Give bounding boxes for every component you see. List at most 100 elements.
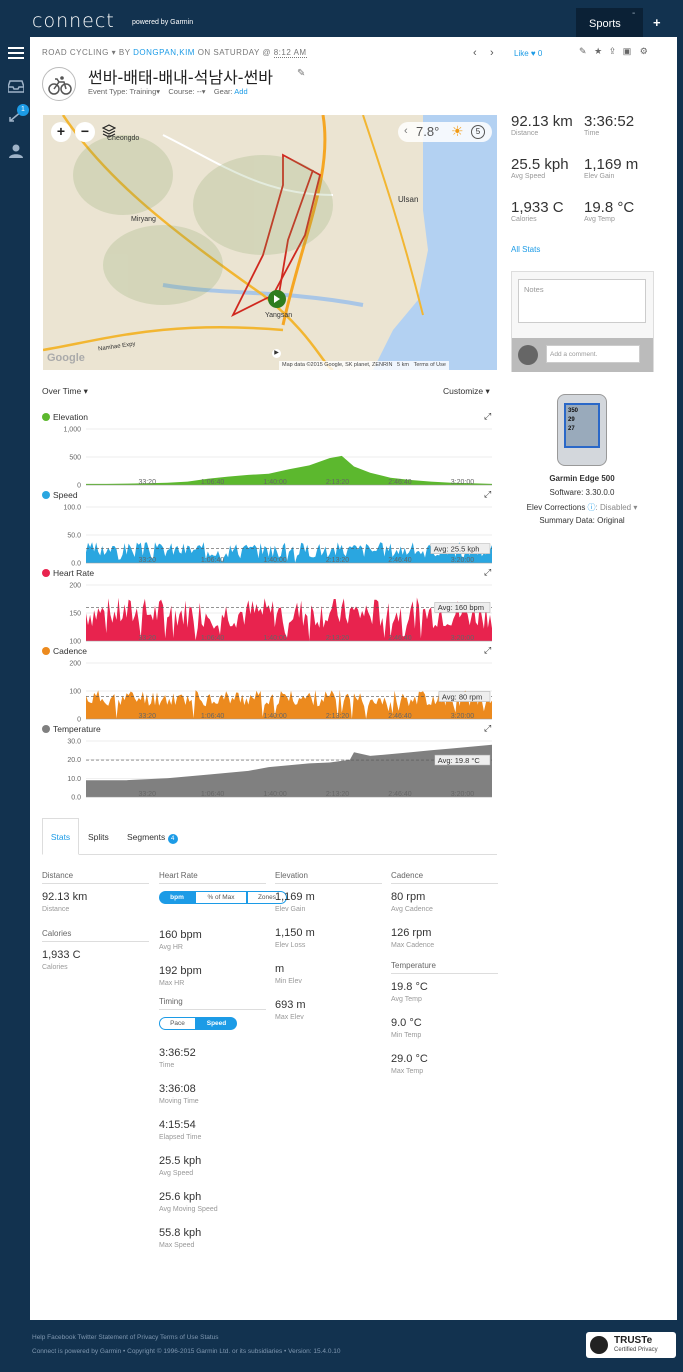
activity-type[interactable]: ROAD CYCLING xyxy=(42,48,109,57)
play-icon[interactable]: ▶ xyxy=(272,349,281,358)
truste-badge[interactable]: TRUSTe Certified Privacy xyxy=(586,1332,676,1358)
x-tick-label: 1:40:00 xyxy=(263,713,286,720)
series-dot xyxy=(42,491,50,499)
event-type-select[interactable]: Training xyxy=(129,87,156,96)
stat-label: Max Speed xyxy=(159,1242,195,1249)
footer-copyright: Connect is powered by Garmin • Copyright… xyxy=(32,1348,341,1355)
lock-icon[interactable]: ▣ xyxy=(623,46,632,56)
map-terms-link[interactable]: Terms of Use xyxy=(414,362,446,368)
chevron-down-icon[interactable]: ▾ xyxy=(112,48,117,57)
x-tick-label: 1:40:00 xyxy=(263,635,286,642)
all-stats-link[interactable]: All Stats xyxy=(511,245,540,254)
user-link[interactable]: DONGPAN,KIM xyxy=(133,48,195,57)
map-canvas[interactable] xyxy=(43,115,497,370)
x-tick-label: 3:20:00 xyxy=(451,479,474,486)
map-attribution: Map data ©2015 Google, SK planet, ZENRIN… xyxy=(279,361,449,370)
y-tick-label: 10.0 xyxy=(67,776,81,783)
summary-stat: 19.8 °C Avg Temp xyxy=(584,199,634,223)
elev-corrections-value[interactable]: : Disabled xyxy=(596,503,632,512)
average-label: Avg: 25.5 kph xyxy=(434,545,480,554)
inbox-icon[interactable] xyxy=(8,79,24,93)
timing-toggle-1[interactable]: Speed xyxy=(196,1017,237,1030)
distance-section-title: Distance xyxy=(42,871,149,884)
stat-value: 1,150 m xyxy=(275,927,315,939)
tab-splits[interactable]: Splits xyxy=(88,832,109,842)
stat-label: Avg Moving Speed xyxy=(159,1206,218,1213)
activity-time[interactable]: 8:12 AM xyxy=(273,48,307,58)
cycling-icon xyxy=(42,67,76,101)
summary-label: Avg Temp xyxy=(584,216,615,223)
prev-activity-icon[interactable]: ‹ xyxy=(473,47,477,59)
zoom-in-button[interactable]: + xyxy=(51,122,71,142)
attribution-text: Map data ©2015 Google, SK planet, ZENRIN xyxy=(282,362,393,368)
x-tick-label: 1:06:40 xyxy=(201,713,224,720)
gear-add-link[interactable]: Add xyxy=(234,87,247,96)
like-button[interactable]: Like ♥ 0 xyxy=(514,49,542,58)
comment-input[interactable]: Add a comment. xyxy=(546,345,640,363)
edit-icon[interactable]: ✎ xyxy=(579,46,587,56)
timing-toggle-0[interactable]: Pace xyxy=(159,1017,196,1030)
chart-4: 30.0 20.0 10.0 0.0 33:20 1:06:40 1:40:00 2:13:2… xyxy=(67,739,492,802)
stat-label: Avg Cadence xyxy=(391,906,433,913)
expand-chart-icon[interactable]: ⤢ xyxy=(484,567,491,578)
cadence-section-title: Cadence xyxy=(391,871,498,884)
expand-chart-icon[interactable]: ⤢ xyxy=(484,723,491,734)
summary-value: 92.13 km xyxy=(511,113,573,130)
x-tick-label: 33:20 xyxy=(138,713,156,720)
expand-chart-icon[interactable]: ⤢ xyxy=(484,489,491,500)
edit-title-icon[interactable]: ✎ xyxy=(297,68,305,79)
star-icon[interactable]: ★ xyxy=(594,46,602,56)
stat-value: 9.0 °C xyxy=(391,1017,422,1029)
temperature-series-area xyxy=(86,744,492,797)
activity-details: Event Type: Training▾ Course: --▾ Gear: … xyxy=(88,87,248,96)
share-icon[interactable]: ⇪ xyxy=(609,46,617,56)
x-tick-label: 1:40:00 xyxy=(263,479,286,486)
profile-icon[interactable] xyxy=(8,144,24,158)
stat-label: Elev Gain xyxy=(275,906,306,913)
x-tick-label: 2:13:20 xyxy=(326,479,349,486)
menu-icon[interactable] xyxy=(8,46,24,60)
over-time-select[interactable]: Over Time ▾ xyxy=(42,386,88,397)
device-screen-line2: 29 xyxy=(568,417,575,423)
stat-value: 55.8 kph xyxy=(159,1227,202,1239)
zoom-out-button[interactable]: − xyxy=(75,122,95,142)
chart-3: 200 100 0 33:20 1:06:40 1:40:00 2:13:20 2:46:40… xyxy=(69,661,492,724)
footer-links[interactable]: Help Facebook Twitter Statement of Priva… xyxy=(32,1334,219,1341)
stat-value: 192 bpm xyxy=(159,965,202,977)
customize-select[interactable]: Customize ▾ xyxy=(443,386,490,397)
tab-dash[interactable]: - xyxy=(632,8,635,19)
x-tick-label: 1:06:40 xyxy=(201,791,224,798)
timer-icon[interactable]: 5 xyxy=(471,125,485,139)
weather-widget[interactable]: ‹ 7.8° ☀ 5 xyxy=(398,122,492,142)
next-activity-icon[interactable]: › xyxy=(490,47,494,59)
add-tab-button[interactable]: + xyxy=(653,15,661,30)
connect-logo[interactable]: connect xyxy=(32,10,115,32)
activity-title[interactable]: 썬바-배태-배내-석남사-썬바 xyxy=(88,64,273,88)
tab-stats[interactable]: Stats xyxy=(42,818,79,855)
tab-segments[interactable]: Segments 4 xyxy=(127,832,178,844)
stat-label: Calories xyxy=(42,964,68,971)
gear-icon[interactable]: ⚙ xyxy=(640,46,648,56)
stat-value: 126 rpm xyxy=(391,927,432,939)
calories-section-title: Calories xyxy=(42,929,149,942)
x-tick-label: 3:20:00 xyxy=(451,713,474,720)
expand-chart-icon[interactable]: ⤢ xyxy=(484,645,491,656)
map-temperature: 7.8° xyxy=(416,124,440,139)
x-tick-label: 33:20 xyxy=(138,791,156,798)
hr-toggle-1[interactable]: % of Max xyxy=(195,891,247,904)
weather-prev-icon[interactable]: ‹ xyxy=(404,125,408,137)
notes-field[interactable]: Notes xyxy=(518,279,646,323)
help-icon[interactable]: ⓘ xyxy=(588,503,596,512)
route-map[interactable]: + − ‹ 7.8° ☀ 5 Cheongdo Miryang Ulsan Ya… xyxy=(43,115,497,370)
y-tick-label: 20.0 xyxy=(67,757,81,764)
x-tick-label: 33:20 xyxy=(138,479,156,486)
series-dot xyxy=(42,569,50,577)
summary-value: 1,169 m xyxy=(584,156,639,173)
y-tick-label: 1,000 xyxy=(63,427,81,434)
course-select[interactable]: -- xyxy=(197,87,202,96)
expand-chart-icon[interactable]: ⤢ xyxy=(484,411,491,422)
stats-tabs: Stats Splits Segments 4 xyxy=(42,818,497,855)
elev-section-title: Elevation xyxy=(275,871,382,884)
stat-label: Time xyxy=(159,1062,175,1069)
hr-toggle-0[interactable]: bpm xyxy=(159,891,195,904)
